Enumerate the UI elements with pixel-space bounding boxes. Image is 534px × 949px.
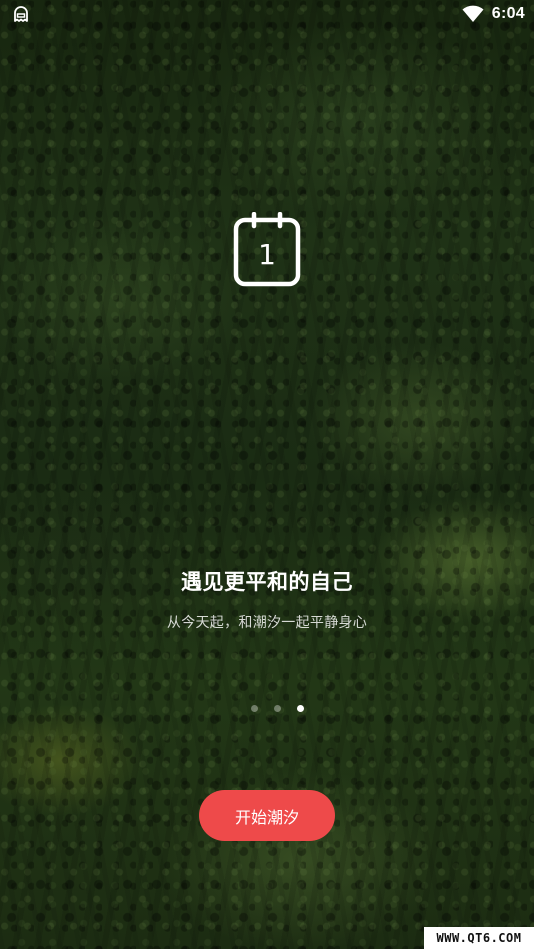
status-time: 6:04 bbox=[491, 5, 525, 22]
status-right-group: 6:04 bbox=[462, 4, 525, 24]
page-headline: 遇见更平和的自己 bbox=[181, 570, 353, 594]
wifi-icon bbox=[462, 5, 484, 22]
page-indicator-dot-1 bbox=[250, 705, 258, 712]
start-button[interactable]: 开始潮汐 bbox=[199, 790, 335, 841]
page-indicator bbox=[0, 705, 534, 712]
ghost-notification-icon bbox=[14, 6, 28, 22]
calendar-day-number: 1 bbox=[258, 238, 276, 271]
page-subtitle: 从今天起，和潮汐一起平静身心 bbox=[166, 615, 368, 631]
calendar-icon: 1 bbox=[233, 212, 301, 287]
page-indicator-dot-2 bbox=[273, 705, 281, 712]
status-bar: 6:04 bbox=[0, 0, 534, 30]
watermark: WWW.QT6.COM bbox=[424, 927, 534, 949]
onboarding-screen: 6:04 1 遇见更平和的自己 从今天起，和潮汐一起平静身心 开始潮汐 WWW.… bbox=[0, 0, 534, 949]
page-indicator-dot-3-active bbox=[296, 705, 304, 712]
